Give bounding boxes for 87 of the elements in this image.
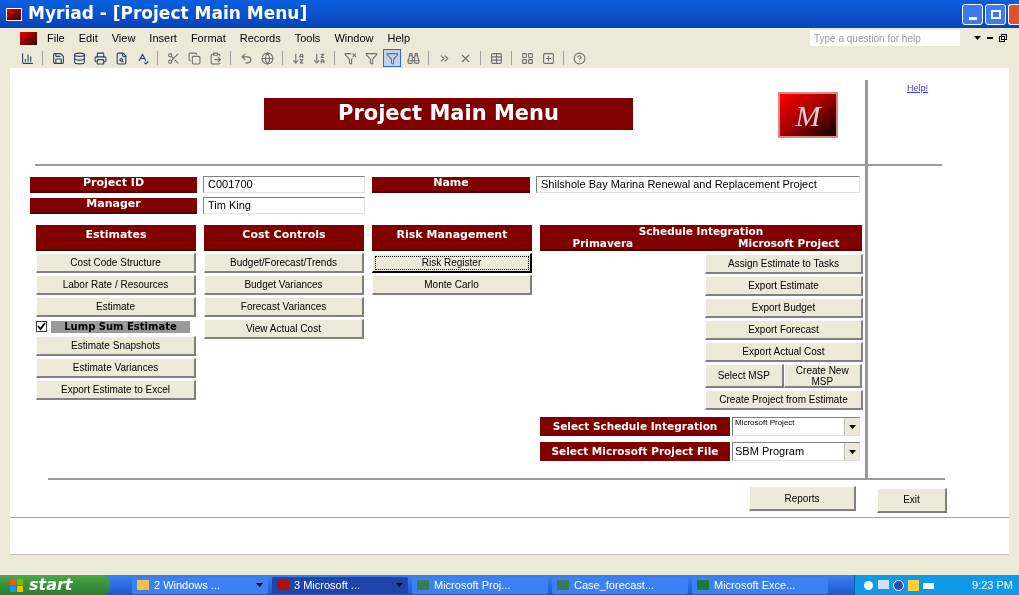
globe-icon[interactable] — [258, 49, 276, 67]
help-icon[interactable] — [570, 49, 588, 67]
form-button[interactable]: Export Forecast — [705, 320, 863, 340]
form-button[interactable]: Create New MSP — [783, 364, 862, 388]
menu-item[interactable]: View — [111, 29, 136, 47]
app-icon — [6, 7, 22, 21]
clock: 9:23 PM — [972, 577, 1013, 593]
form-button[interactable]: Export Budget — [705, 298, 863, 318]
form-button[interactable]: Select MSP — [705, 364, 784, 388]
taskbar-button[interactable]: 2 Windows ... — [132, 576, 268, 594]
menu-item[interactable]: Window — [334, 29, 374, 47]
name-field[interactable]: Shilshole Bay Marina Renewal and Replacement Project — [536, 176, 860, 193]
menu-item[interactable]: Records — [239, 29, 281, 47]
form-button[interactable]: Exit — [877, 487, 947, 513]
menu-item[interactable]: Help — [387, 29, 411, 47]
tray-icon — [893, 579, 904, 591]
close-button[interactable] — [1008, 3, 1019, 25]
menu-item[interactable]: File — [47, 29, 65, 47]
window-title: Myriad - [Project Main Menu] — [28, 2, 308, 26]
dropdown-arrow-icon — [848, 424, 856, 429]
caret-icon — [396, 583, 403, 587]
logo: M — [778, 92, 838, 138]
help-link[interactable]: Help! — [907, 83, 928, 93]
menu-item[interactable]: Insert — [149, 29, 177, 47]
start-button[interactable]: start — [0, 575, 110, 595]
copy-icon[interactable] — [185, 49, 203, 67]
document-icon — [20, 31, 37, 45]
form-button[interactable]: Export Estimate — [705, 276, 863, 296]
minimize-button[interactable] — [962, 3, 983, 25]
windows-logo-icon — [10, 578, 24, 592]
app-icon — [137, 580, 149, 590]
form-title: Project Main Menu — [264, 98, 633, 130]
form-button[interactable]: Monte Carlo — [372, 275, 532, 295]
taskbar-button[interactable]: Microsoft Exce... — [692, 576, 828, 594]
field-label: Project ID — [30, 176, 197, 193]
checkbox[interactable] — [36, 321, 47, 332]
caret-icon — [256, 583, 263, 587]
app-icon — [697, 580, 709, 590]
form-button[interactable]: Export Actual Cost — [705, 342, 863, 362]
form-button[interactable]: Export Estimate to Excel — [36, 380, 196, 400]
dropdown-arrow-icon — [848, 449, 856, 454]
select-label: Select Microsoft Project File — [540, 442, 730, 461]
form-button[interactable]: Estimate — [36, 297, 196, 317]
app-icon — [557, 580, 569, 590]
section-title: Schedule Integration — [638, 225, 764, 237]
tray-icon — [878, 579, 889, 591]
dropdown-field[interactable]: SBM Program — [732, 442, 860, 461]
section-header: Cost Controls — [204, 225, 364, 251]
restore-button[interactable] — [985, 3, 1006, 25]
taskbar-button[interactable]: 3 Microsoft ... — [272, 576, 408, 594]
column-subtitle: Primavera — [572, 237, 634, 249]
form-button[interactable]: Reports — [749, 486, 856, 511]
app-icon — [277, 580, 289, 590]
form-button[interactable]: Estimate Snapshots — [36, 336, 196, 356]
manager-field[interactable]: Tim King — [203, 197, 365, 214]
form-button[interactable]: Budget Variances — [204, 275, 364, 295]
print-icon[interactable] — [91, 49, 109, 67]
section-header: Risk Management — [372, 225, 532, 251]
form-button[interactable]: Labor Rate / Resources — [36, 275, 196, 295]
form-button[interactable]: View Actual Cost — [204, 319, 364, 339]
form-button[interactable]: Forecast Variances — [204, 297, 364, 317]
field-label: Name — [372, 176, 530, 193]
tray-icon — [908, 579, 919, 591]
help-search-field[interactable]: Type a question for help — [810, 30, 960, 46]
project-id-field[interactable]: C001700 — [203, 176, 365, 193]
field-label: Manager — [30, 197, 197, 214]
form-button[interactable]: Cost Code Structure — [36, 253, 196, 273]
app-icon — [417, 580, 429, 590]
form-button[interactable]: Create Project from Estimate — [705, 390, 863, 410]
form-button[interactable]: Budget/Forecast/Trends — [204, 253, 364, 273]
dropdown-field[interactable]: Microsoft Project — [732, 417, 860, 436]
filter-icon[interactable] — [383, 49, 401, 67]
form-button[interactable]: Assign Estimate to Tasks — [705, 254, 863, 274]
menu-item[interactable]: Edit — [78, 29, 98, 47]
tray-icon — [863, 579, 874, 591]
column-subtitle: Microsoft Project — [738, 237, 840, 249]
taskbar-button[interactable]: Microsoft Proj... — [412, 576, 548, 594]
form-button[interactable]: Estimate Variances — [36, 358, 196, 378]
menu-item[interactable]: Format — [190, 29, 226, 47]
select-label: Select Schedule Integration — [540, 417, 730, 436]
dropdown-icon — [974, 36, 981, 40]
menu-item[interactable]: Tools — [294, 29, 321, 47]
taskbar-button[interactable]: Case_forecast... — [552, 576, 688, 594]
checkbox-label: Lump Sum Estimate — [51, 320, 190, 333]
section-header: Estimates — [36, 225, 196, 251]
form-button[interactable]: Risk Register — [372, 253, 532, 273]
restore-icon[interactable] — [999, 34, 1007, 42]
